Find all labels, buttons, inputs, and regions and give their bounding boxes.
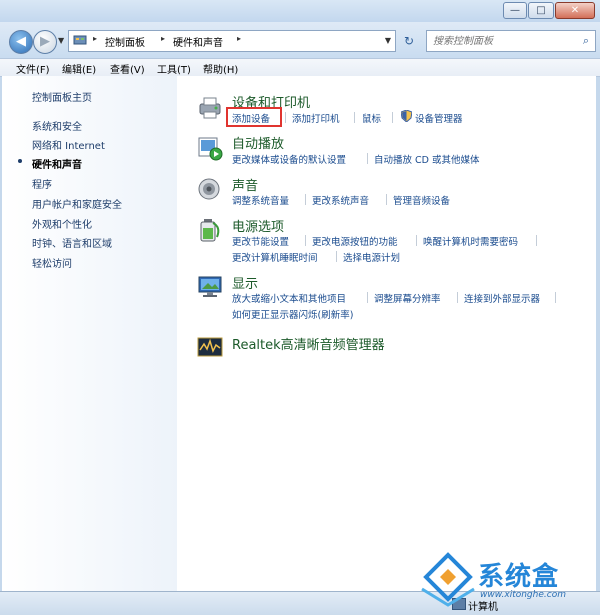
menu-edit[interactable]: 编辑(E) xyxy=(62,61,96,76)
link-adjust-volume[interactable]: 调整系统音量 xyxy=(232,193,289,207)
sidebar-home[interactable]: 控制面板主页 xyxy=(32,89,92,104)
sidebar: 控制面板主页 系统和安全 网络和 Internet 硬件和声音 程序 用户帐户和… xyxy=(2,76,177,591)
link-power-saving[interactable]: 更改节能设置 xyxy=(232,234,289,248)
category-power-options[interactable]: 电源选项 xyxy=(232,216,284,235)
link-add-printer[interactable]: 添加打印机 xyxy=(292,111,340,125)
search-icon[interactable]: ⌕ xyxy=(583,34,589,48)
recent-pages-dropdown[interactable]: ▼ xyxy=(58,36,64,45)
minimize-button[interactable]: — xyxy=(503,2,527,19)
search-box[interactable]: ⌕ xyxy=(426,30,596,52)
watermark-url: www.xitonghe.com xyxy=(480,590,566,600)
menu-bar: 文件(F) 编辑(E) 查看(V) 工具(T) 帮助(H) xyxy=(0,58,600,77)
close-button[interactable]: ✕ xyxy=(555,2,595,19)
menu-help[interactable]: 帮助(H) xyxy=(203,61,238,76)
sidebar-item-user-accounts[interactable]: 用户帐户和家庭安全 xyxy=(32,196,122,211)
address-bar[interactable]: ▸ 控制面板 ▸ 硬件和声音 ▸ ▼ xyxy=(68,30,396,52)
speaker-icon xyxy=(198,178,220,200)
sidebar-item-appearance[interactable]: 外观和个性化 xyxy=(32,216,92,231)
realtek-audio-icon xyxy=(197,337,223,357)
shield-icon xyxy=(401,110,412,122)
title-bar: — □ ✕ xyxy=(0,0,600,22)
sidebar-item-network[interactable]: 网络和 Internet xyxy=(32,137,105,152)
printer-icon xyxy=(199,97,221,119)
link-refresh-rate[interactable]: 如何更正显示器闪烁(刷新率) xyxy=(232,307,353,321)
category-realtek[interactable]: Realtek高清晰音频管理器 xyxy=(232,334,385,353)
menu-tools[interactable]: 工具(T) xyxy=(157,61,191,76)
sidebar-item-clock-region[interactable]: 时钟、语言和区域 xyxy=(32,235,112,250)
back-arrow-icon: ◀ xyxy=(16,34,26,49)
link-manage-audio-devices[interactable]: 管理音频设备 xyxy=(393,193,450,207)
sidebar-item-ease-of-access[interactable]: 轻松访问 xyxy=(32,255,72,270)
link-change-sounds[interactable]: 更改系统声音 xyxy=(312,193,369,207)
sidebar-item-system-security[interactable]: 系统和安全 xyxy=(32,118,82,133)
category-display[interactable]: 显示 xyxy=(232,273,258,292)
sidebar-item-hardware-sound[interactable]: 硬件和声音 xyxy=(32,156,82,171)
link-device-manager[interactable]: 设备管理器 xyxy=(415,111,463,125)
forward-arrow-icon: ▶ xyxy=(40,34,50,49)
sidebar-item-programs[interactable]: 程序 xyxy=(32,176,52,191)
breadcrumb-hardware-sound[interactable]: 硬件和声音 xyxy=(173,34,223,49)
category-autoplay[interactable]: 自动播放 xyxy=(232,133,284,152)
category-sound[interactable]: 声音 xyxy=(232,175,258,194)
battery-icon xyxy=(200,219,220,242)
watermark-brand: 系统盒 xyxy=(478,562,560,592)
monitor-icon xyxy=(198,276,222,297)
link-autoplay-cd[interactable]: 自动播放 CD 或其他媒体 xyxy=(374,152,480,166)
link-text-size[interactable]: 放大或缩小文本和其他项目 xyxy=(232,291,346,305)
search-input[interactable] xyxy=(431,33,575,49)
maximize-button[interactable]: □ xyxy=(528,2,554,19)
refresh-icon[interactable]: ↻ xyxy=(404,34,414,48)
breadcrumb-control-panel[interactable]: 控制面板 xyxy=(105,34,145,49)
content-area: 控制面板主页 系统和安全 网络和 Internet 硬件和声音 程序 用户帐户和… xyxy=(2,76,596,591)
link-media-defaults[interactable]: 更改媒体或设备的默认设置 xyxy=(232,152,346,166)
address-toolbar: ◀ ▶ ▼ ▸ 控制面板 ▸ 硬件和声音 ▸ ▼ ↻ ⌕ xyxy=(0,22,600,58)
address-dropdown-icon[interactable]: ▼ xyxy=(385,36,391,45)
menu-file[interactable]: 文件(F) xyxy=(16,61,50,76)
menu-view[interactable]: 查看(V) xyxy=(110,61,145,76)
link-power-plan[interactable]: 选择电源计划 xyxy=(343,250,400,264)
link-wakeup-password[interactable]: 唤醒计算机时需要密码 xyxy=(423,234,518,248)
autoplay-icon xyxy=(198,137,223,161)
link-mouse[interactable]: 鼠标 xyxy=(362,111,381,125)
highlight-box xyxy=(226,107,282,127)
link-external-display[interactable]: 连接到外部显示器 xyxy=(464,291,540,305)
control-panel-icon xyxy=(73,35,87,45)
link-power-button[interactable]: 更改电源按钮的功能 xyxy=(312,234,398,248)
link-screen-resolution[interactable]: 调整屏幕分辨率 xyxy=(374,291,441,305)
window: — □ ✕ ◀ ▶ ▼ ▸ 控制面板 ▸ 硬件和声音 ▸ ▼ ↻ ⌕ 文件(F) xyxy=(0,0,600,615)
active-bullet-icon xyxy=(18,159,22,163)
forward-button[interactable]: ▶ xyxy=(33,30,57,54)
back-button[interactable]: ◀ xyxy=(9,30,33,54)
link-sleep-time[interactable]: 更改计算机睡眠时间 xyxy=(232,250,318,264)
